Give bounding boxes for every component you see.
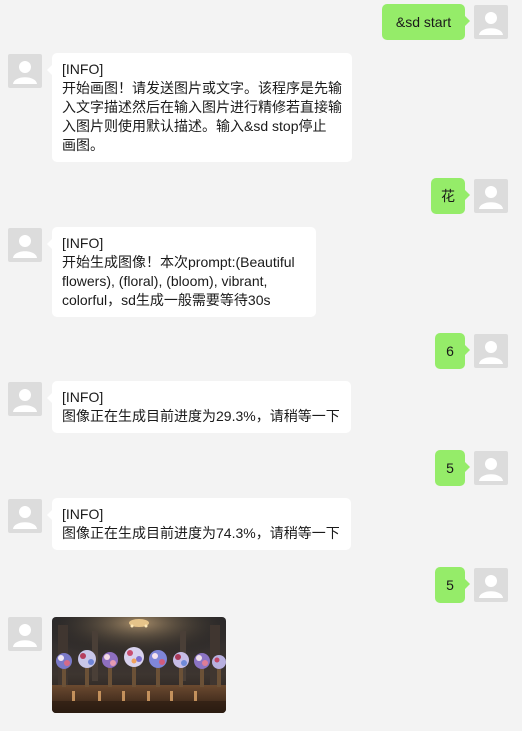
avatar-self[interactable] bbox=[474, 451, 508, 485]
message-tag: [INFO] bbox=[62, 506, 104, 522]
message-tag: [INFO] bbox=[62, 389, 104, 405]
incoming-message[interactable]: [INFO] 开始生成图像！本次prompt:(Beautiful flower… bbox=[47, 227, 316, 317]
incoming-message[interactable]: [INFO] 开始画图！请发送图片或文字。该程序是先输 入文字描述然后在输入图片… bbox=[47, 53, 352, 162]
avatar-icon bbox=[479, 341, 503, 364]
avatar-bot[interactable] bbox=[8, 228, 42, 262]
avatar-icon bbox=[479, 575, 503, 598]
message-tag: [INFO] bbox=[62, 61, 104, 77]
message-line: 图像正在生成目前进度为74.3%，请稍等一下 bbox=[62, 525, 340, 541]
message-line: colorful，sd生成一般需要等待30s bbox=[62, 292, 271, 308]
avatar-bot[interactable] bbox=[8, 499, 42, 533]
avatar-self[interactable] bbox=[474, 334, 508, 368]
outgoing-message[interactable]: 6 bbox=[435, 333, 470, 369]
message-line: 开始画图！请发送图片或文字。该程序是先输 bbox=[62, 80, 342, 96]
message-text: 5 bbox=[446, 577, 454, 593]
message-tag: [INFO] bbox=[62, 235, 104, 251]
outgoing-message[interactable]: 5 bbox=[435, 567, 470, 603]
incoming-message[interactable]: [INFO] 图像正在生成目前进度为29.3%，请稍等一下 bbox=[47, 381, 351, 433]
avatar-icon bbox=[13, 61, 37, 84]
avatar-bot[interactable] bbox=[8, 617, 42, 651]
avatar-bot[interactable] bbox=[8, 54, 42, 88]
avatar-icon bbox=[479, 12, 503, 35]
avatar-self[interactable] bbox=[474, 179, 508, 213]
avatar-self[interactable] bbox=[474, 568, 508, 602]
message-line: 入图片则使用默认描述。输入&sd stop停止 bbox=[62, 118, 327, 134]
message-text: 6 bbox=[446, 343, 454, 359]
avatar-icon bbox=[13, 506, 37, 529]
message-line: 开始生成图像！本次prompt:(Beautiful bbox=[62, 254, 295, 270]
avatar-icon bbox=[13, 389, 37, 412]
message-line: flowers), (floral), (bloom), vibrant, bbox=[62, 273, 268, 289]
message-line: 入文字描述然后在输入图片进行精修若直接输 bbox=[62, 99, 342, 115]
avatar-icon bbox=[13, 235, 37, 258]
message-text: 花 bbox=[441, 188, 455, 204]
outgoing-message[interactable]: 5 bbox=[435, 450, 470, 486]
message-text: &sd start bbox=[395, 14, 452, 30]
avatar-bot[interactable] bbox=[8, 382, 42, 416]
message-text: 5 bbox=[446, 460, 454, 476]
avatar-icon bbox=[13, 624, 37, 647]
outgoing-message[interactable]: 花 bbox=[431, 178, 470, 214]
incoming-message[interactable]: [INFO] 图像正在生成目前进度为74.3%，请稍等一下 bbox=[47, 498, 351, 550]
generated-flower-image[interactable] bbox=[52, 617, 226, 713]
avatar-icon bbox=[479, 458, 503, 481]
message-line: 画图。 bbox=[62, 137, 104, 153]
avatar-icon bbox=[479, 186, 503, 209]
avatar-self[interactable] bbox=[474, 5, 508, 39]
flower-image bbox=[52, 617, 226, 713]
outgoing-message[interactable]: &sd start bbox=[382, 4, 470, 40]
message-line: 图像正在生成目前进度为29.3%，请稍等一下 bbox=[62, 408, 340, 424]
